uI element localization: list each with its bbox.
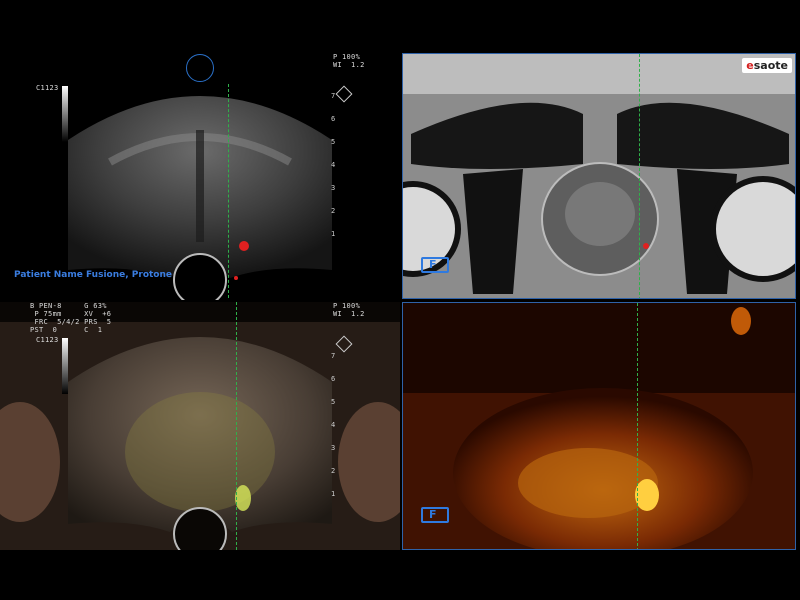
grey-map-label: C1123: [36, 84, 59, 92]
ultrasound-viewport-top[interactable]: C1123 P 100% WI 1.2 7 6 5 4 3 2 1 Patien…: [0, 42, 400, 300]
greyscale-bar: [62, 86, 68, 142]
fusion-probe-footprint: [173, 507, 227, 550]
femoral-head-right: [710, 176, 795, 282]
fusion-greyscale-bar: [62, 338, 68, 394]
needle-guide-line: [228, 84, 229, 298]
probe-orientation-icon[interactable]: [186, 54, 214, 82]
dwi-viewport[interactable]: F: [402, 302, 796, 550]
fusion-depth-scale: 7 6 5 4 3 2 1: [331, 352, 336, 498]
patient-name: Patient Name Fusione, Protone: [14, 270, 172, 280]
fusion-viewport[interactable]: B PEN-8 G 63% P 75mm XV +6 FRC 5/4/2 PRS…: [0, 302, 400, 550]
transition-zone: [565, 182, 635, 246]
dwi-f-orientation-button[interactable]: F: [421, 507, 449, 523]
mri-image: [403, 54, 795, 298]
probe-footprint: [173, 253, 227, 300]
dwi-image: [403, 303, 795, 549]
mri-target-marker[interactable]: [643, 243, 649, 249]
dwi-hotspot-corner: [731, 307, 751, 335]
fusion-guide-line: [236, 302, 237, 550]
fusion-grey-map-label: C1123: [36, 336, 59, 344]
dwi-guide-line: [637, 303, 638, 549]
target-marker[interactable]: [239, 241, 249, 251]
dwi-hotspot[interactable]: [635, 479, 659, 511]
mri-viewport-top[interactable]: esaote F: [402, 53, 796, 299]
mri-guide-line: [639, 54, 640, 298]
f-orientation-button[interactable]: F: [421, 257, 449, 273]
target-marker-small: [234, 276, 238, 280]
depth-scale: 7 6 5 4 3 2 1: [331, 92, 336, 238]
esaote-logo: esaote: [742, 58, 792, 73]
obturator-left: [463, 169, 523, 294]
fusion-image-settings: P 100% WI 1.2: [333, 302, 365, 318]
fusion-lesion[interactable]: [235, 485, 251, 511]
image-settings: P 100% WI 1.2: [333, 53, 365, 69]
fusion-prostate-overlay: [125, 392, 275, 512]
acquisition-params: B PEN-8 G 63% P 75mm XV +6 FRC 5/4/2 PRS…: [30, 302, 112, 334]
